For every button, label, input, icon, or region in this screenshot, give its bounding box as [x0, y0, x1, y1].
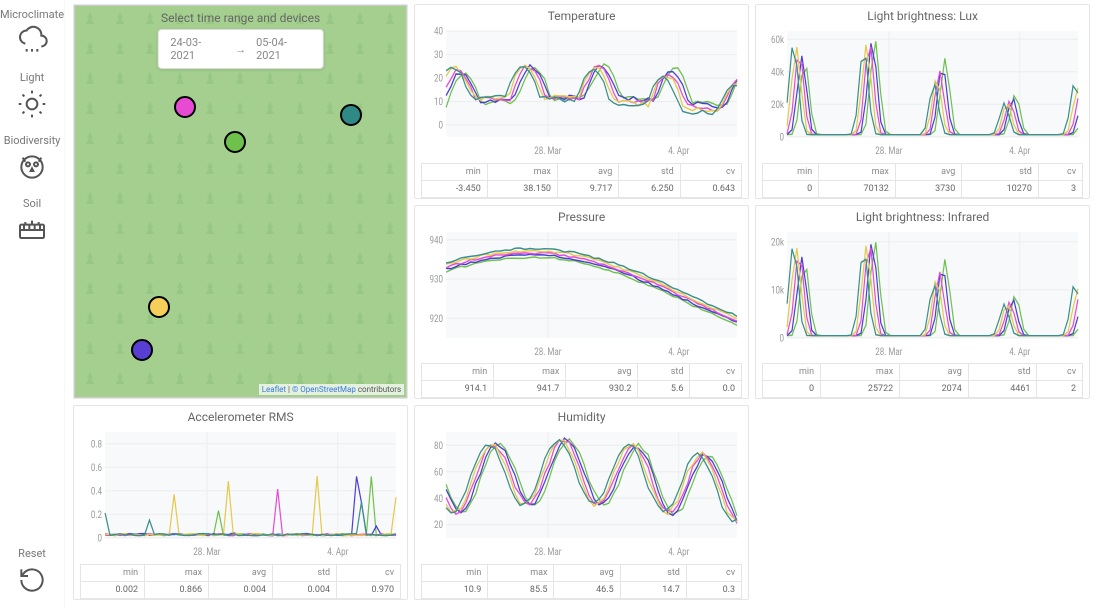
- svg-text:80: 80: [434, 442, 443, 453]
- svg-text:4. Apr: 4. Apr: [327, 548, 348, 559]
- svg-text:930: 930: [430, 275, 444, 286]
- svg-text:10k: 10k: [771, 285, 785, 296]
- humidity-chart[interactable]: 20 40 60 80 28. Mar 4. Apr: [421, 426, 742, 560]
- svg-text:4. Apr: 4. Apr: [668, 548, 689, 559]
- svg-text:40: 40: [434, 27, 443, 38]
- sun-icon: [16, 88, 48, 120]
- svg-text:40: 40: [434, 494, 443, 505]
- sidebar-item-microclimate[interactable]: Microclimate: [0, 8, 64, 57]
- pressure-panel: Pressure 920 930 940 28. Mar 4. Apr minmaxav…: [414, 205, 749, 400]
- reset-icon: [16, 564, 48, 596]
- soil-icon: [16, 214, 48, 246]
- svg-text:0: 0: [780, 133, 785, 144]
- svg-text:28. Mar: 28. Mar: [534, 146, 561, 157]
- sidebar-item-label: Reset: [18, 547, 46, 560]
- svg-text:0.8: 0.8: [91, 440, 102, 451]
- infrared-stats: minmaxavgstdcv 025722207444612: [762, 363, 1083, 398]
- svg-text:60k: 60k: [771, 35, 785, 46]
- pressure-chart[interactable]: 920 930 940 28. Mar 4. Apr: [421, 226, 742, 360]
- svg-text:4. Apr: 4. Apr: [668, 347, 689, 358]
- map-panel: Leaflet | © OpenStreetMap contributors S…: [73, 4, 408, 399]
- svg-text:920: 920: [430, 314, 444, 325]
- accelerometer-chart[interactable]: 0 0.2 0.4 0.6 0.8 28. Mar 4. Apr: [80, 426, 401, 560]
- humidity-stats: minmaxavgstdcv 10.985.546.514.70.3: [421, 564, 742, 599]
- svg-text:20k: 20k: [771, 237, 785, 248]
- panel-title: Light brightness: Lux: [756, 5, 1089, 25]
- svg-text:10: 10: [434, 98, 443, 109]
- sidebar-item-soil[interactable]: Soil: [16, 197, 48, 246]
- sidebar-item-label: Biodiversity: [4, 134, 61, 147]
- panel-title: Pressure: [415, 206, 748, 226]
- svg-text:4. Apr: 4. Apr: [1009, 146, 1030, 157]
- svg-text:40k: 40k: [771, 68, 785, 79]
- svg-text:28. Mar: 28. Mar: [193, 548, 220, 559]
- date-range-picker[interactable]: 24-03-2021 → 05-04-2021: [157, 29, 324, 69]
- osm-link[interactable]: © OpenStreetMap: [292, 385, 356, 394]
- map-attribution: Leaflet | © OpenStreetMap contributors: [259, 384, 404, 395]
- pressure-stats: minmaxavgstdcv 914.1941.7930.25.60.0: [421, 363, 742, 398]
- temperature-stats: minmaxavgstdcv -3.45038.1509.7176.2500.6…: [421, 163, 742, 198]
- sidebar-item-label: Microclimate: [0, 8, 64, 21]
- svg-text:0.2: 0.2: [91, 511, 102, 522]
- lux-panel: Light brightness: Lux 0 20k 40k 60k 28. Mar 4…: [755, 4, 1090, 199]
- svg-text:28. Mar: 28. Mar: [875, 146, 902, 157]
- panel-title: Accelerometer RMS: [74, 406, 407, 426]
- map-title: Select time range and devices: [74, 11, 407, 25]
- sidebar-item-light[interactable]: Light: [16, 71, 48, 120]
- svg-text:0.4: 0.4: [91, 487, 102, 498]
- svg-text:4. Apr: 4. Apr: [1009, 347, 1030, 358]
- panel-title: Temperature: [415, 5, 748, 25]
- accelerometer-panel: Accelerometer RMS 0 0.2 0.4 0.6 0.8 28. Mar 4.…: [73, 405, 408, 600]
- svg-text:0: 0: [98, 534, 103, 545]
- svg-text:0: 0: [780, 333, 785, 344]
- svg-text:0.6: 0.6: [91, 464, 102, 475]
- infrared-panel: Light brightness: Infrared 0 10k 20k 28. Ma…: [755, 205, 1090, 400]
- temperature-panel: Temperature 0 10 20 30 40 28. Mar 4. Apr minma…: [414, 4, 749, 199]
- svg-text:940: 940: [430, 236, 444, 247]
- temperature-chart[interactable]: 0 10 20 30 40 28. Mar 4. Apr: [421, 25, 742, 159]
- leaflet-link[interactable]: Leaflet: [262, 385, 286, 394]
- panel-title: Humidity: [415, 406, 748, 426]
- accelerometer-stats: minmaxavgstdcv 0.0020.8660.0040.0040.970: [80, 564, 401, 599]
- infrared-chart[interactable]: 0 10k 20k 28. Mar 4. Apr: [762, 226, 1083, 360]
- svg-text:28. Mar: 28. Mar: [534, 548, 561, 559]
- svg-text:30: 30: [434, 51, 443, 62]
- device-marker[interactable]: [131, 339, 153, 361]
- sidebar-item-reset[interactable]: Reset: [16, 547, 48, 596]
- lux-chart[interactable]: 0 20k 40k 60k 28. Mar 4. Apr: [762, 25, 1083, 159]
- stats-value-row: -3.45038.1509.7176.2500.643: [422, 180, 742, 197]
- svg-text:20: 20: [434, 74, 443, 85]
- date-start: 24-03-2021: [170, 36, 225, 62]
- lux-stats: minmaxavgstdcv 0701323730102703: [762, 163, 1083, 198]
- main-grid: Leaflet | © OpenStreetMap contributors S…: [65, 0, 1097, 608]
- sidebar-item-biodiversity[interactable]: Biodiversity: [4, 134, 61, 183]
- humidity-panel: Humidity 20 40 60 80 28. Mar 4. Apr minmaxavg…: [414, 405, 749, 600]
- device-marker[interactable]: [340, 104, 362, 126]
- sidebar-item-label: Light: [20, 71, 44, 84]
- svg-text:28. Mar: 28. Mar: [875, 347, 902, 358]
- cloud-rain-icon: [16, 25, 48, 57]
- sidebar-item-label: Soil: [23, 197, 41, 210]
- svg-text:28. Mar: 28. Mar: [534, 347, 561, 358]
- date-end: 05-04-2021: [256, 36, 311, 62]
- svg-text:20: 20: [434, 521, 443, 532]
- stats-header-row: minmaxavgstdcv: [422, 163, 742, 180]
- svg-text:20k: 20k: [771, 100, 785, 111]
- svg-text:0: 0: [439, 121, 444, 132]
- svg-text:60: 60: [434, 468, 443, 479]
- panel-title: Light brightness: Infrared: [756, 206, 1089, 226]
- device-marker[interactable]: [148, 296, 170, 318]
- owl-icon: [16, 151, 48, 183]
- arrow-right-icon: →: [235, 43, 246, 56]
- svg-text:4. Apr: 4. Apr: [668, 146, 689, 157]
- sidebar: Microclimate Light Biodiversity Soil Res…: [0, 0, 65, 608]
